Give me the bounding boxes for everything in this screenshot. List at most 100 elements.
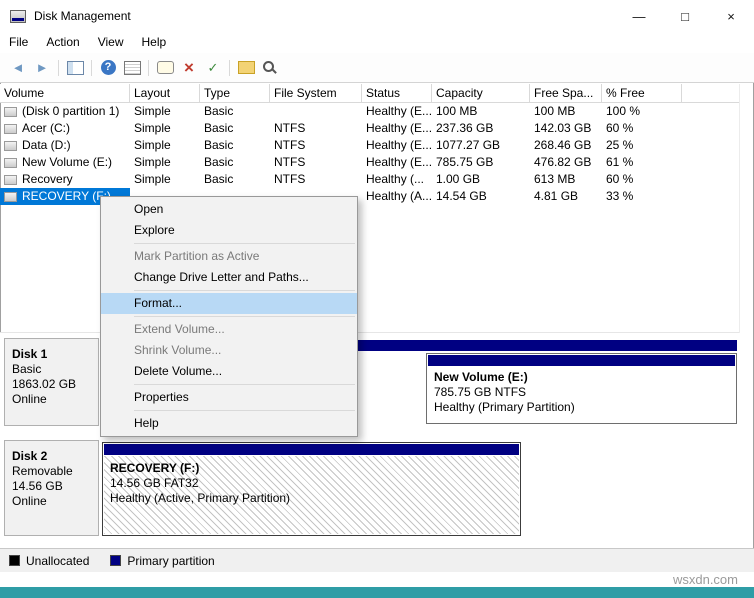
menu-item-help[interactable]: Help: [101, 413, 357, 434]
cell-layout: Simple: [130, 171, 200, 188]
cell-layout: Simple: [130, 120, 200, 137]
table-row[interactable]: Recovery Simple Basic NTFS Healthy (... …: [0, 171, 740, 188]
checkmark-icon[interactable]: [203, 58, 223, 78]
cell-capacity: 1.00 GB: [432, 171, 530, 188]
menu-item-properties[interactable]: Properties: [101, 387, 357, 408]
cell-capacity: 100 MB: [432, 103, 530, 120]
cell-status: Healthy (E...: [362, 103, 432, 120]
cell-file-system: NTFS: [270, 154, 362, 171]
cell-type: Basic: [200, 154, 270, 171]
cell-pct-free: 25 %: [602, 137, 682, 154]
column-header-free-space[interactable]: Free Spa...: [530, 84, 602, 102]
menu-action[interactable]: Action: [37, 32, 88, 53]
column-header-capacity[interactable]: Capacity: [432, 84, 530, 102]
menu-item-delete-volume[interactable]: Delete Volume...: [101, 361, 357, 382]
cell-free-space: 613 MB: [530, 171, 602, 188]
volume-label: Data (D:): [22, 137, 71, 154]
menu-item-change-drive-letter[interactable]: Change Drive Letter and Paths...: [101, 267, 357, 288]
cell-status: Healthy (E...: [362, 137, 432, 154]
column-header-pct-free[interactable]: % Free: [602, 84, 682, 102]
volume-list: (Disk 0 partition 1) Simple Basic Health…: [0, 103, 740, 205]
cell-file-system: [270, 103, 362, 120]
menu-help[interactable]: Help: [133, 32, 176, 53]
volume-label: New Volume (E:): [22, 154, 112, 171]
disk-1-info[interactable]: Disk 1 Basic 1863.02 GB Online: [4, 338, 99, 426]
cell-free-space: 142.03 GB: [530, 120, 602, 137]
toolbar-separator: [91, 60, 92, 76]
menu-separator: [134, 316, 355, 317]
menu-view[interactable]: View: [89, 32, 133, 53]
partition-size-fs: 14.56 GB FAT32: [110, 476, 519, 491]
volume-icon: [4, 192, 17, 202]
table-row[interactable]: New Volume (E:) Simple Basic NTFS Health…: [0, 154, 740, 171]
volume-icon: [4, 107, 17, 117]
menu-separator: [134, 290, 355, 291]
volume-label: Recovery: [22, 171, 73, 188]
partition-recovery-f-selected[interactable]: RECOVERY (F:) 14.56 GB FAT32 Healthy (Ac…: [102, 442, 521, 536]
search-icon[interactable]: [260, 58, 280, 78]
delete-icon[interactable]: [179, 58, 199, 78]
column-header-volume[interactable]: Volume: [0, 84, 130, 102]
primary-partition-band: [428, 355, 735, 366]
cell-type: Basic: [200, 137, 270, 154]
cell-status: Healthy (A...: [362, 188, 432, 205]
cell-layout: Simple: [130, 137, 200, 154]
partition-new-volume-e[interactable]: New Volume (E:) 785.75 GB NTFS Healthy (…: [426, 353, 737, 424]
cell-volume: Acer (C:): [0, 120, 130, 137]
table-row[interactable]: Data (D:) Simple Basic NTFS Healthy (E..…: [0, 137, 740, 154]
volume-icon: [4, 124, 17, 134]
console-tree-icon[interactable]: [65, 58, 85, 78]
tooltip-icon[interactable]: [155, 58, 175, 78]
column-header-file-system[interactable]: File System: [270, 84, 362, 102]
menu-file[interactable]: File: [0, 32, 37, 53]
toolbar-separator: [58, 60, 59, 76]
volume-icon: [4, 158, 17, 168]
cell-pct-free: 60 %: [602, 120, 682, 137]
disk-type: Basic: [12, 362, 98, 377]
cell-free-space: 4.81 GB: [530, 188, 602, 205]
cell-pct-free: 33 %: [602, 188, 682, 205]
minimize-button[interactable]: —: [616, 0, 662, 32]
primary-partition-band: [104, 444, 519, 455]
context-menu: Open Explore Mark Partition as Active Ch…: [100, 196, 358, 437]
forward-icon[interactable]: [32, 58, 52, 78]
cell-status: Healthy (E...: [362, 120, 432, 137]
column-header-layout[interactable]: Layout: [130, 84, 200, 102]
cell-status: Healthy (...: [362, 171, 432, 188]
cell-pct-free: 60 %: [602, 171, 682, 188]
disk-2-info[interactable]: Disk 2 Removable 14.56 GB Online: [4, 440, 99, 536]
cell-status: Healthy (E...: [362, 154, 432, 171]
column-header-type[interactable]: Type: [200, 84, 270, 102]
menu-item-format[interactable]: Format...: [101, 293, 357, 314]
window-controls: — □ ×: [616, 0, 754, 32]
partition-label: New Volume (E:): [434, 370, 735, 385]
table-row[interactable]: Acer (C:) Simple Basic NTFS Healthy (E..…: [0, 120, 740, 137]
menu-item-open[interactable]: Open: [101, 199, 357, 220]
column-header-status[interactable]: Status: [362, 84, 432, 102]
volume-label: Acer (C:): [22, 120, 70, 137]
cell-pct-free: 100 %: [602, 103, 682, 120]
cell-free-space: 100 MB: [530, 103, 602, 120]
menu-item-extend-volume: Extend Volume...: [101, 319, 357, 340]
volume-icon: [4, 141, 17, 151]
partition-status: Healthy (Primary Partition): [434, 400, 735, 415]
back-icon[interactable]: [8, 58, 28, 78]
close-button[interactable]: ×: [708, 0, 754, 32]
unallocated-swatch-icon: [9, 555, 20, 566]
disk-name: Disk 2: [12, 449, 98, 464]
folder-icon[interactable]: [236, 58, 256, 78]
export-list-icon[interactable]: [122, 58, 142, 78]
watermark-strip: wsxdn.com: [0, 572, 754, 587]
disk-type: Removable: [12, 464, 98, 479]
cell-free-space: 268.46 GB: [530, 137, 602, 154]
disk-size: 1863.02 GB: [12, 377, 98, 392]
cell-file-system: NTFS: [270, 137, 362, 154]
partition-size-fs: 785.75 GB NTFS: [434, 385, 735, 400]
menu-item-explore[interactable]: Explore: [101, 220, 357, 241]
partition-status: Healthy (Active, Primary Partition): [110, 491, 519, 506]
volume-label: RECOVERY (F:): [22, 188, 111, 205]
help-icon[interactable]: [98, 58, 118, 78]
maximize-button[interactable]: □: [662, 0, 708, 32]
table-row[interactable]: (Disk 0 partition 1) Simple Basic Health…: [0, 103, 740, 120]
legend-bar: Unallocated Primary partition: [0, 548, 754, 572]
